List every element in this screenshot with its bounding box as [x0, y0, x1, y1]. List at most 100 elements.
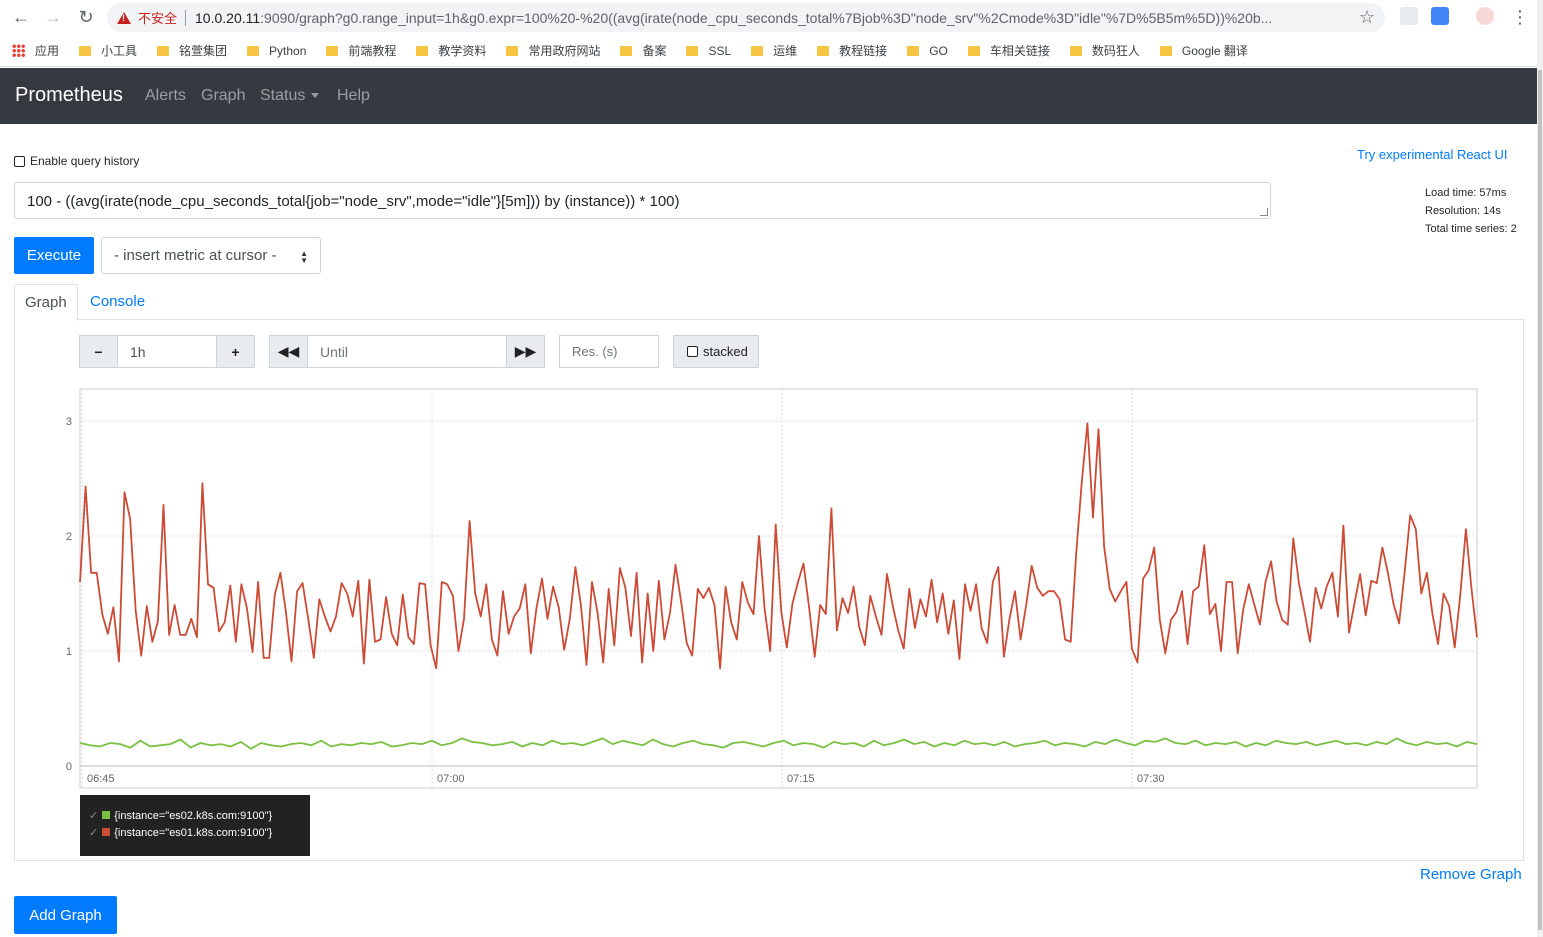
- resolution-placeholder: Res. (s): [572, 344, 618, 359]
- resolution: Resolution: 14s: [1425, 205, 1501, 217]
- expression-input[interactable]: 100 - ((avg(irate(node_cpu_seconds_total…: [14, 182, 1271, 219]
- resize-handle[interactable]: [1260, 208, 1268, 216]
- folder-icon: [247, 45, 260, 56]
- tab-graph[interactable]: Graph: [14, 284, 78, 321]
- address-bar[interactable]: 不安全 10.0.20.11 :9090/graph?g0.range_inpu…: [107, 3, 1385, 32]
- nav-alerts[interactable]: Alerts: [145, 87, 186, 105]
- bookmark-item[interactable]: 教程链接: [817, 42, 887, 59]
- nav-graph[interactable]: Graph: [201, 87, 245, 105]
- folder-icon: [907, 45, 920, 56]
- folder-icon: [326, 45, 339, 56]
- range-input[interactable]: 1h: [117, 335, 217, 368]
- resolution-input[interactable]: Res. (s): [559, 335, 659, 368]
- until-placeholder: Until: [320, 343, 349, 360]
- remove-graph-link[interactable]: Remove Graph: [1420, 866, 1522, 883]
- load-time: Load time: 57ms: [1425, 187, 1507, 199]
- bookmark-item[interactable]: 常用政府网站: [506, 42, 600, 59]
- tab-console[interactable]: Console: [90, 293, 145, 310]
- bookmark-item[interactable]: GO: [907, 44, 948, 58]
- bookmarks-bar: 应用 小工具 铭萱集团 Python 前端教程 教学资料 常用政府网站 备案 SSL 运维 教程链接…: [0, 35, 1543, 67]
- bookmark-label: Python: [269, 43, 307, 58]
- nav-status[interactable]: Status: [260, 87, 320, 105]
- folder-icon: [1069, 45, 1082, 56]
- time-forward-button[interactable]: ▶▶: [506, 335, 545, 368]
- folder-icon: [79, 45, 92, 56]
- bookmark-label: 车相关链接: [989, 44, 1050, 58]
- folder-icon: [817, 45, 830, 56]
- warning-icon: [117, 11, 131, 24]
- browser-toolbar: ← → ↻ 不安全 10.0.20.11 :9090/graph?g0.rang…: [0, 0, 1543, 35]
- bookmark-item[interactable]: 运维: [751, 42, 797, 59]
- folder-icon: [416, 45, 429, 56]
- bookmark-item[interactable]: SSL: [686, 44, 731, 58]
- profile-avatar[interactable]: [1476, 7, 1494, 25]
- folder-icon: [967, 45, 980, 56]
- bookmark-label: 铭萱集团: [179, 44, 228, 58]
- reload-icon[interactable]: ↻: [74, 6, 98, 28]
- nav-help[interactable]: Help: [337, 87, 370, 105]
- query-stats: Load time: 57ms Resolution: 14s Total ti…: [1425, 184, 1517, 238]
- bookmark-label: SSL: [708, 43, 732, 58]
- bookmark-label: 应用: [35, 44, 60, 58]
- bookmark-item[interactable]: Google 翻译: [1159, 42, 1248, 59]
- check-icon: ✓: [89, 810, 99, 822]
- qr-extension-icon[interactable]: [1400, 7, 1418, 25]
- bookmark-label: 备案: [642, 44, 667, 58]
- bookmark-item[interactable]: 教学资料: [416, 42, 486, 59]
- bookmark-item[interactable]: 应用: [12, 42, 59, 59]
- add-graph-button[interactable]: Add Graph: [14, 896, 117, 934]
- bookmark-star-icon[interactable]: ☆: [1359, 7, 1375, 28]
- translate-extension-icon[interactable]: [1431, 7, 1449, 25]
- bookmark-item[interactable]: 备案: [620, 42, 666, 59]
- select-arrows-icon: ▲ ▼: [300, 249, 308, 265]
- range-increase-button[interactable]: +: [216, 335, 255, 368]
- bookmark-item[interactable]: Python: [247, 44, 306, 58]
- until-input[interactable]: Until: [307, 335, 507, 368]
- total-series: Total time series: 2: [1425, 223, 1517, 235]
- url-path: :9090/graph?g0.range_input=1h&g0.expr=10…: [260, 9, 1273, 26]
- caret-down-icon: [311, 93, 320, 99]
- legend-swatch-red: [102, 828, 111, 836]
- folder-icon: [157, 45, 170, 56]
- react-ui-link[interactable]: Try experimental React UI: [1357, 147, 1508, 162]
- range-value: 1h: [130, 343, 146, 360]
- metric-select-label: - insert metric at cursor -: [114, 247, 277, 264]
- bookmark-label: 运维: [773, 44, 798, 58]
- execute-button[interactable]: Execute: [14, 237, 94, 274]
- menu-icon[interactable]: ⋮: [1508, 6, 1532, 28]
- folder-icon: [506, 45, 519, 56]
- scrollbar-thumb[interactable]: [1538, 70, 1542, 930]
- legend-item-es02[interactable]: ✓ {instance="es02.k8s.com:9100"}: [89, 808, 310, 825]
- bookmark-item[interactable]: 铭萱集团: [157, 42, 227, 59]
- metric-select[interactable]: - insert metric at cursor - ▲ ▼: [101, 237, 321, 274]
- bookmark-label: 前端教程: [348, 44, 397, 58]
- stacked-label: stacked: [703, 344, 748, 359]
- legend-label-es01: {instance="es01.k8s.com:9100"}: [114, 827, 273, 839]
- bookmark-label: 小工具: [101, 44, 138, 58]
- bookmark-item[interactable]: 前端教程: [326, 42, 396, 59]
- folder-icon: [686, 45, 699, 56]
- check-icon: ✓: [89, 827, 99, 839]
- back-icon[interactable]: ←: [9, 6, 33, 28]
- query-history-checkbox[interactable]: [14, 156, 25, 167]
- bookmark-label: 教程链接: [839, 44, 888, 58]
- insecure-label: 不安全: [138, 11, 178, 26]
- graph-panel: [14, 319, 1524, 861]
- range-decrease-button[interactable]: −: [79, 335, 118, 368]
- legend-item-es01[interactable]: ✓ {instance="es01.k8s.com:9100"}: [89, 825, 310, 842]
- bookmark-item[interactable]: 小工具: [79, 42, 137, 59]
- legend-label-es02: {instance="es02.k8s.com:9100"}: [114, 810, 273, 822]
- stacked-checkbox: [687, 346, 698, 357]
- tab-bar: Graph Console: [14, 284, 1524, 321]
- bookmark-item[interactable]: 车相关链接: [967, 42, 1050, 59]
- brand-link[interactable]: Prometheus: [15, 84, 123, 107]
- bookmark-item[interactable]: 数码狂人: [1069, 42, 1140, 59]
- bookmark-label: GO: [929, 43, 948, 58]
- query-history-label: Enable query history: [30, 154, 140, 168]
- stacked-toggle[interactable]: stacked: [673, 335, 759, 368]
- graph-legend: ✓ {instance="es02.k8s.com:9100"} ✓ {instan…: [80, 795, 310, 856]
- legend-swatch-green: [102, 811, 111, 819]
- folder-icon: [1159, 45, 1172, 56]
- time-back-button[interactable]: ◀◀: [269, 335, 308, 368]
- forward-icon[interactable]: →: [41, 6, 65, 28]
